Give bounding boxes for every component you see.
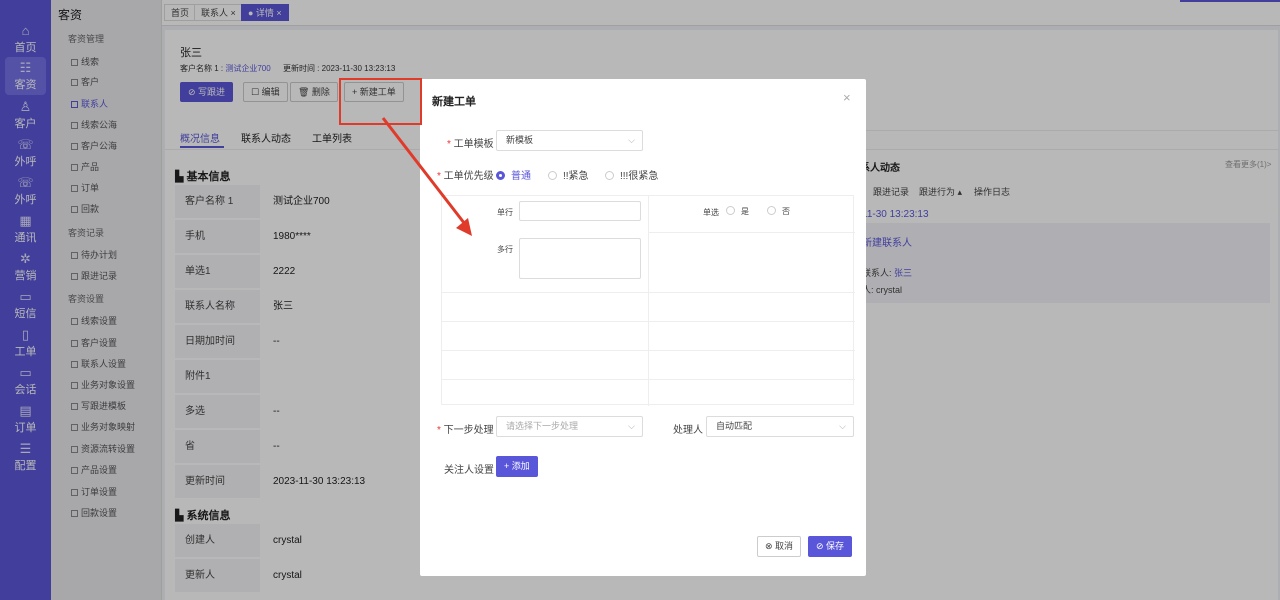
annotation-arrow <box>381 117 472 236</box>
arrow-shaft <box>381 117 470 229</box>
